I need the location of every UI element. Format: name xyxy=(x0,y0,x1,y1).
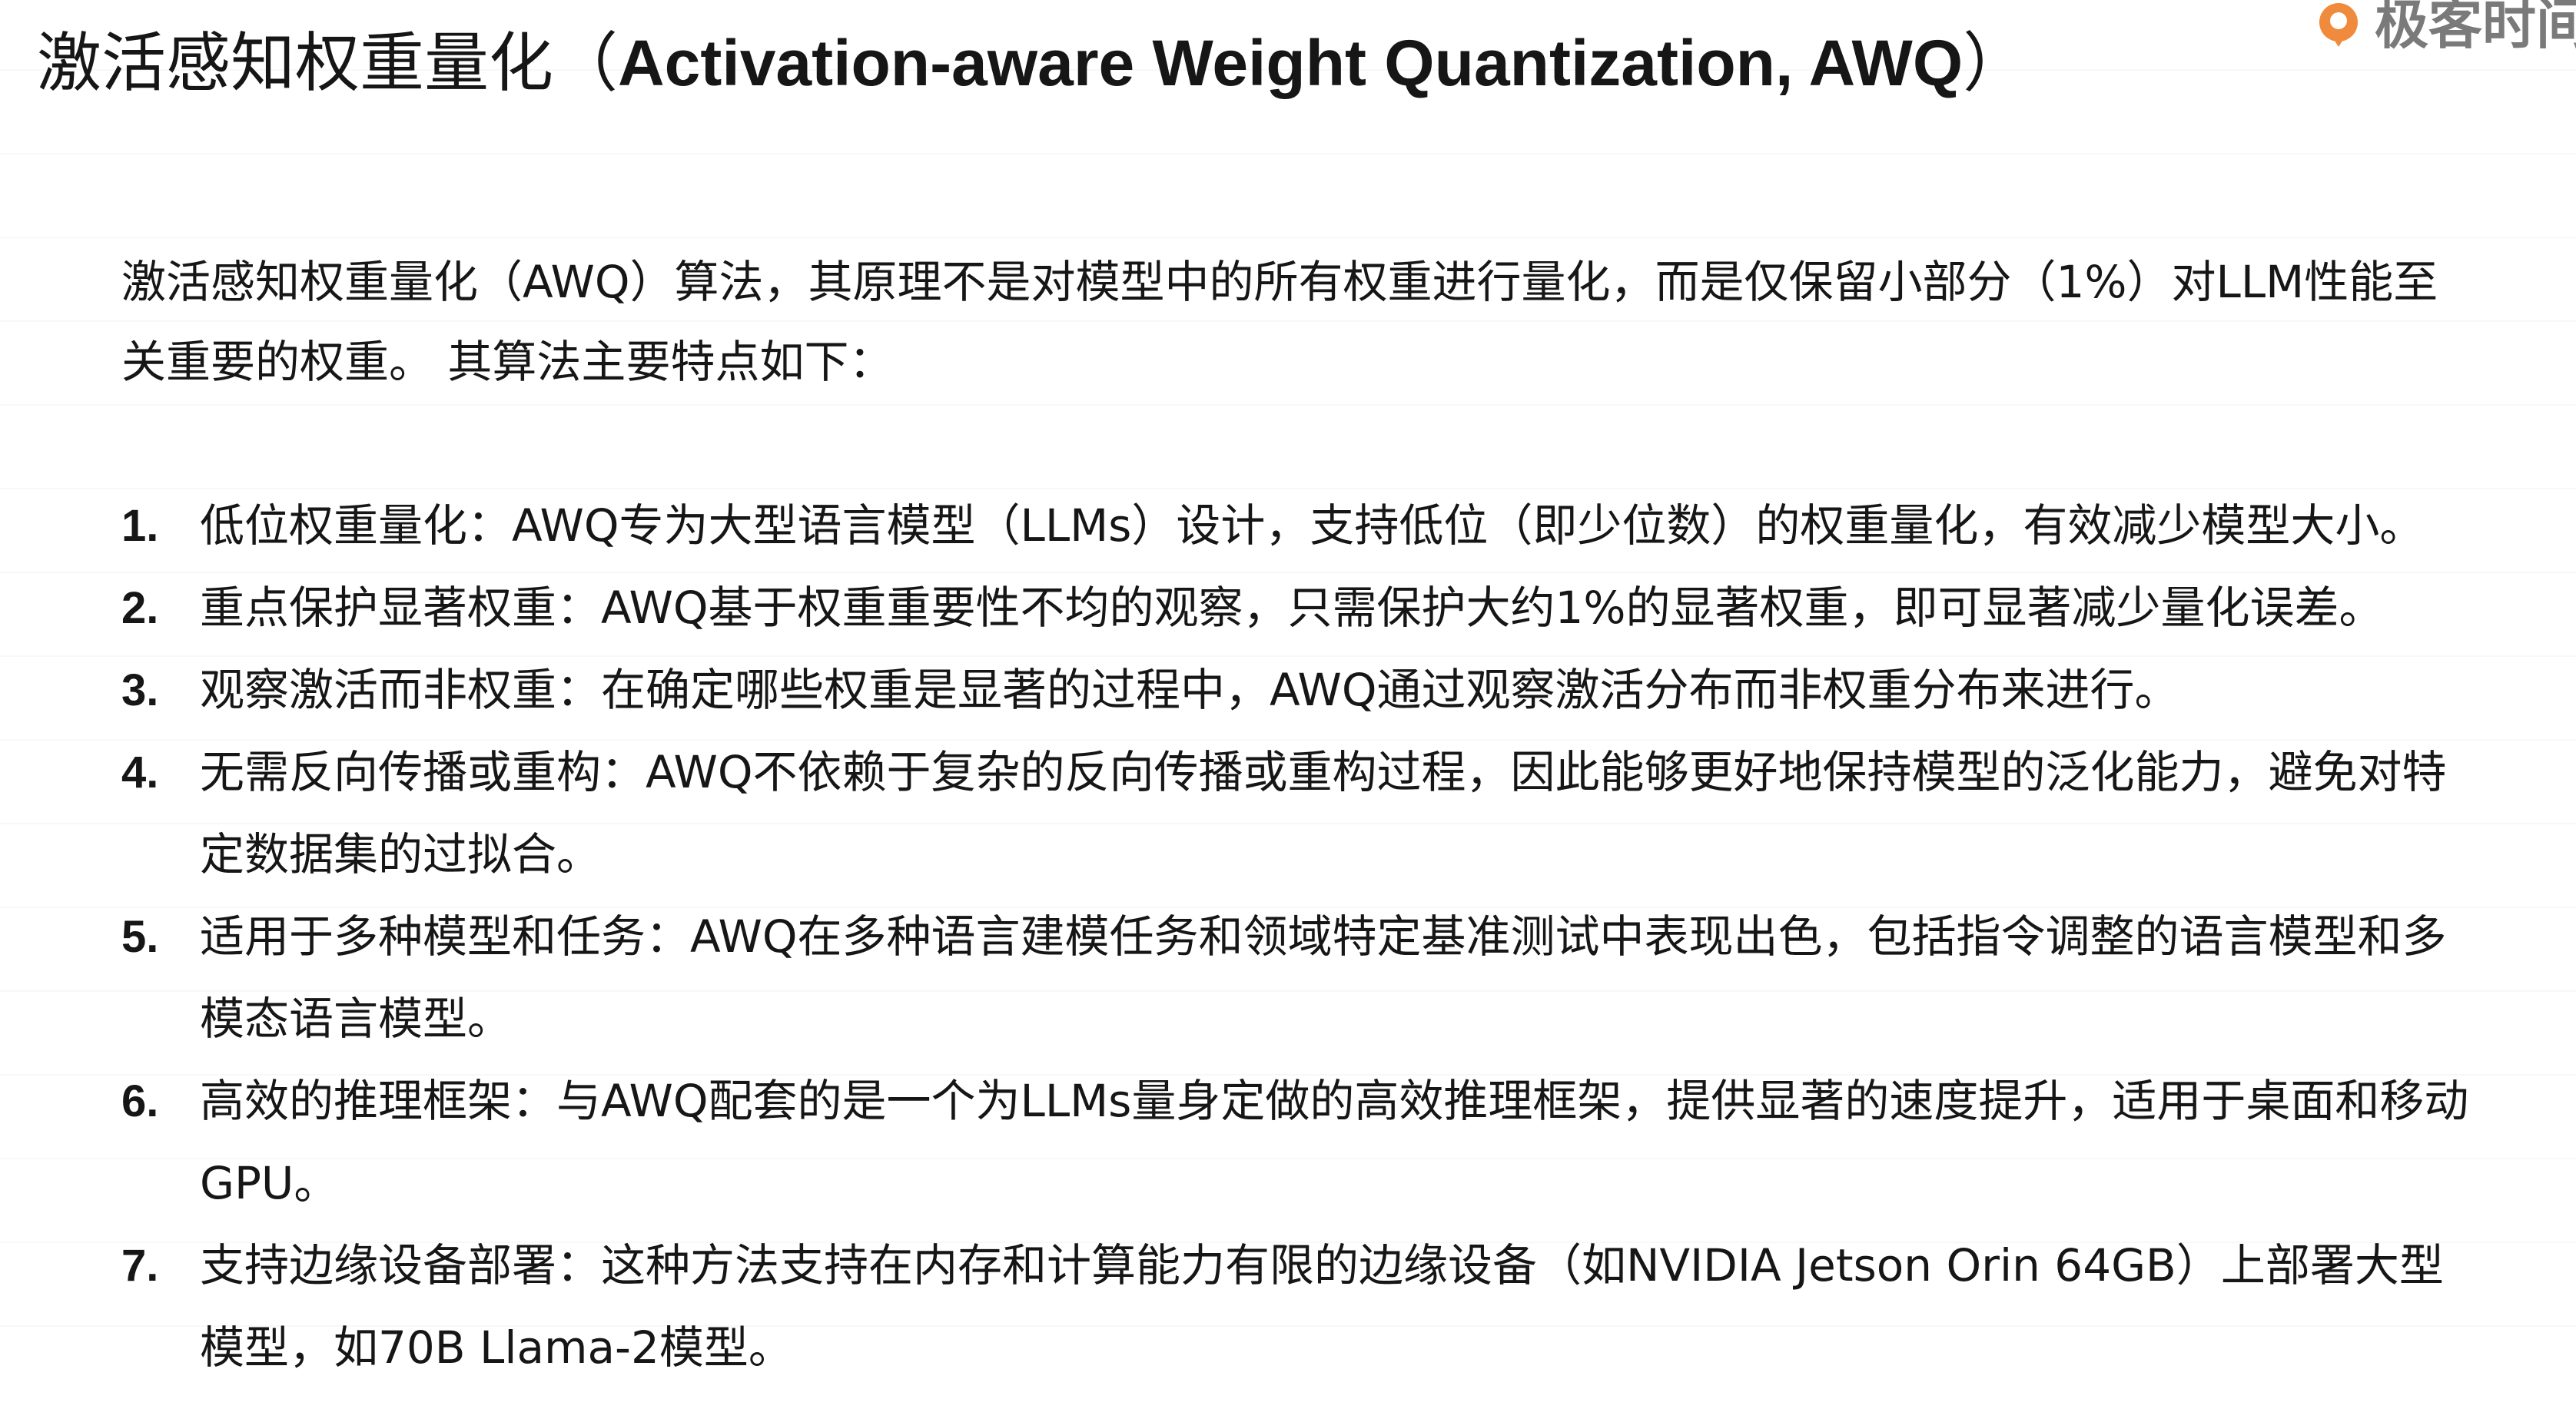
page-title: 激活感知权重量化（Activation-aware Weight Quantiz… xyxy=(37,22,2266,104)
list-text: 高效的推理框架：与AWQ配套的是一个为LLMs量身定做的高效推理框架，提供显著的… xyxy=(200,1075,2469,1209)
list-item: 6. 高效的推理框架：与AWQ配套的是一个为LLMs量身定做的高效推理框架，提供… xyxy=(121,1060,2473,1225)
list-text: 无需反向传播或重构：AWQ不依赖于复杂的反向传播或重构过程，因此能够更好地保持模… xyxy=(200,746,2447,880)
list-number: 4. xyxy=(121,748,159,797)
slide-content: 激活感知权重量化（AWQ）算法，其原理不是对模型中的所有权重进行量化，而是仅保留… xyxy=(121,242,2473,1389)
list-text: 观察激活而非权重：在确定哪些权重是显著的过程中，AWQ通过观察激活分布而非权重分… xyxy=(200,664,2179,716)
list-number: 6. xyxy=(121,1076,159,1126)
list-number: 5. xyxy=(121,912,159,962)
list-number: 1. xyxy=(121,501,159,551)
title-en: Activation-aware Weight Quantization, AW… xyxy=(618,27,1964,99)
list-item: 2. 重点保护显著权重：AWQ基于权重重要性不均的观察，只需保护大约1%的显著权… xyxy=(121,567,2473,649)
list-number: 7. xyxy=(121,1241,159,1291)
geek-logo-icon xyxy=(2319,3,2358,47)
slide: 激活感知权重量化（Activation-aware Weight Quantiz… xyxy=(0,0,2576,1409)
brand-logo-text: 极客时间 xyxy=(2375,0,2576,55)
list-text: 重点保护显著权重：AWQ基于权重重要性不均的观察，只需保护大约1%的显著权重，即… xyxy=(200,582,2384,634)
list-number: 3. xyxy=(121,665,159,715)
brand-logo: 极客时间 xyxy=(2315,0,2576,55)
list-text: 低位权重量化：AWQ专为大型语言模型（LLMs）设计，支持低位（即少位数）的权重… xyxy=(200,499,2425,552)
title-cn: 激活感知权重量化（ xyxy=(37,25,619,101)
title-close: ） xyxy=(1963,25,2028,101)
list-text: 适用于多种模型和任务：AWQ在多种语言建模任务和领域特定基准测试中表现出色，包括… xyxy=(200,910,2447,1045)
feature-list: 1. 低位权重量化：AWQ专为大型语言模型（LLMs）设计，支持低位（即少位数）… xyxy=(121,485,2473,1389)
list-number: 2. xyxy=(121,583,159,633)
intro-paragraph: 激活感知权重量化（AWQ）算法，其原理不是对模型中的所有权重进行量化，而是仅保留… xyxy=(121,256,2438,388)
list-text: 支持边缘设备部署：这种方法支持在内存和计算能力有限的边缘设备（如NVIDIA J… xyxy=(200,1239,2444,1374)
list-item: 1. 低位权重量化：AWQ专为大型语言模型（LLMs）设计，支持低位（即少位数）… xyxy=(121,485,2473,567)
list-item: 4. 无需反向传播或重构：AWQ不依赖于复杂的反向传播或重构过程，因此能够更好地… xyxy=(121,731,2473,896)
list-item: 7. 支持边缘设备部署：这种方法支持在内存和计算能力有限的边缘设备（如NVIDI… xyxy=(121,1225,2473,1389)
list-item: 3. 观察激活而非权重：在确定哪些权重是显著的过程中，AWQ通过观察激活分布而非… xyxy=(121,649,2473,731)
list-item: 5. 适用于多种模型和任务：AWQ在多种语言建模任务和领域特定基准测试中表现出色… xyxy=(121,896,2473,1060)
